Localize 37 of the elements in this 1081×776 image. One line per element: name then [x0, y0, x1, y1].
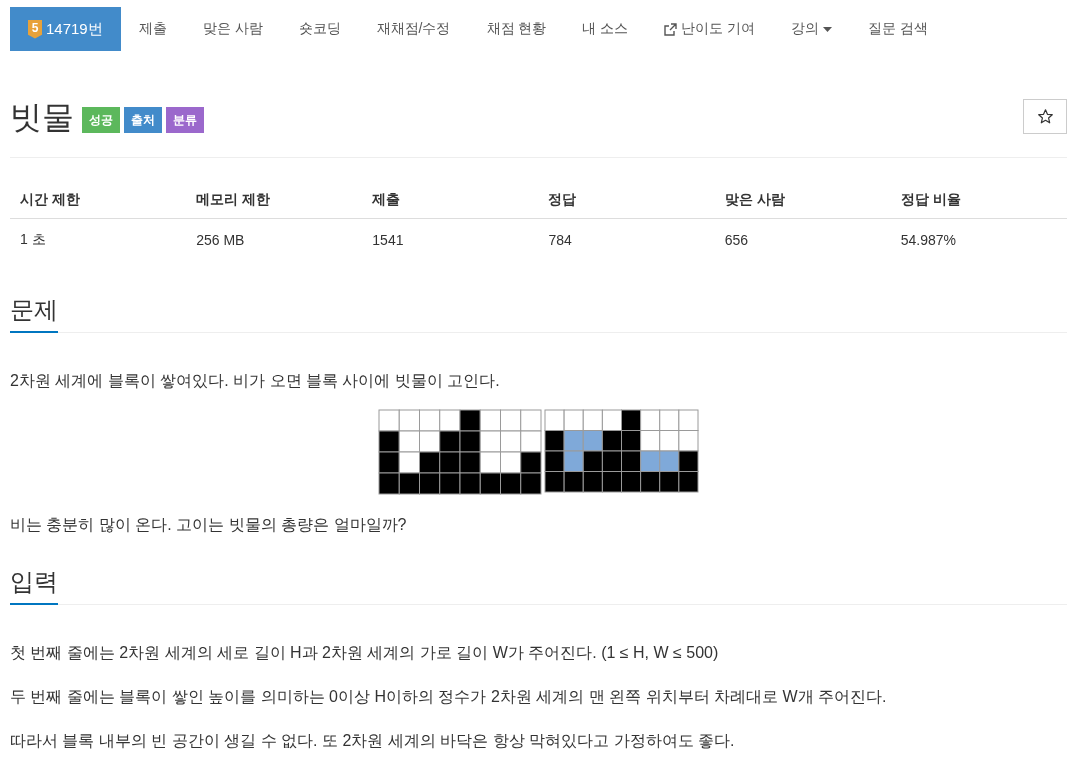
column-header: 정답: [538, 182, 715, 219]
nav-link[interactable]: 내 소스: [564, 7, 647, 51]
problem-text: 두 번째 줄에는 블록이 쌓인 높이를 의미하는 0이상 H이하의 정수가 2차원 세계의 맨 왼쪽 위치부터 차례대로 W개 주어진다.: [10, 687, 888, 707]
nav-dropdown[interactable]: 강의: [773, 7, 851, 51]
table-cell: 1541: [362, 218, 539, 261]
nav-link[interactable]: 질문 검색: [850, 7, 947, 51]
caret-icon: [823, 26, 833, 32]
problem-text: 첫 번째 줄에는 2차원 세계의 세로 길이 H과 2차원 세계의 가로 길이 W가 주어진다. (1 ≤ H, W ≤ 500): [10, 643, 720, 663]
nav-link[interactable]: 재채점/수정: [358, 7, 469, 51]
column-header: 시간 제한: [10, 182, 187, 219]
problem-text: 2차원 세계에 블록이 쌓여있다. 비가 오면 블록 사이에 빗물이 고인다.: [10, 371, 501, 391]
problem-text: 비는 충분히 많이 온다. 고이는 빗물의 총량은 얼마일까?: [10, 515, 408, 535]
table-cell: 784: [538, 218, 715, 261]
problem-title: 빗물: [10, 98, 74, 137]
table-cell: 1 초: [10, 218, 187, 261]
column-header: 맞은 사람: [714, 182, 891, 219]
section-heading: 입력: [10, 567, 58, 605]
nav-link[interactable]: 숏코딩: [280, 7, 359, 51]
nav-link[interactable]: 제출: [120, 7, 185, 51]
nav-link[interactable]: 난이도 기여: [646, 7, 774, 51]
tier-badge: 5: [28, 19, 42, 39]
external-link-icon: [664, 22, 678, 36]
star-icon: [1037, 108, 1053, 124]
problem-text: 따라서 블록 내부의 빈 공간이 생길 수 없다. 또 2차원 세계의 바닥은 항상 막혀있다고 가정하여도 좋다.: [10, 731, 736, 751]
problem-number-tab[interactable]: 5 14719번: [10, 7, 121, 51]
table-cell: 656: [714, 218, 891, 261]
nav-link[interactable]: 맞은 사람: [184, 7, 281, 51]
section-heading: 문제: [10, 295, 58, 333]
column-header: 메모리 제한: [186, 182, 363, 219]
column-header: 정답 비율: [890, 182, 1067, 219]
nav-link[interactable]: 채점 현황: [468, 7, 565, 51]
favorite-button[interactable]: [1023, 98, 1067, 134]
column-header: 제출: [362, 182, 539, 219]
problem-label[interactable]: 출처: [124, 107, 162, 133]
problem-label[interactable]: 분류: [166, 107, 204, 133]
table-cell: 54.987%: [890, 218, 1067, 261]
table-cell: 256 MB: [186, 218, 363, 261]
